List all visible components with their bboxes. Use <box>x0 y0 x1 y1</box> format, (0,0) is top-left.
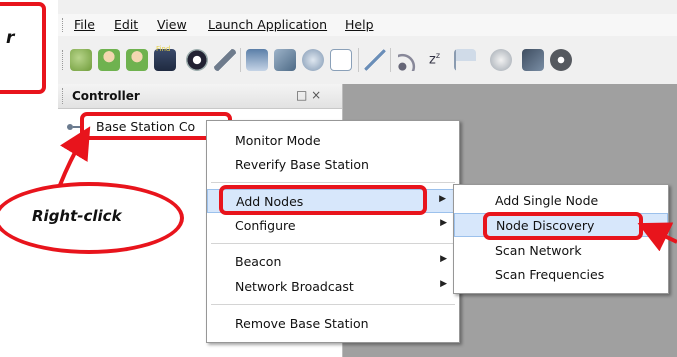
menu-separator <box>211 243 455 244</box>
context-menu: Monitor Mode Reverify Base Station Add N… <box>206 120 460 343</box>
toolbar-separator-3 <box>390 48 391 72</box>
panel-grip <box>62 88 66 104</box>
flag-icon[interactable] <box>454 49 476 71</box>
menu-item-beacon[interactable]: Beacon ▶ <box>207 250 459 274</box>
menu-edit[interactable]: Edit <box>114 17 138 32</box>
right-click-callout: Right-click <box>0 182 184 254</box>
cancel-icon[interactable] <box>550 49 572 71</box>
toolbar-separator-2 <box>358 48 359 72</box>
toolbar: Find zz <box>58 40 677 76</box>
menu-launch-application[interactable]: Launch Application <box>208 17 327 32</box>
submenu-arrow-icon: ▶ <box>440 254 447 264</box>
controller-panel-header: Controller □ × <box>58 84 342 109</box>
add-node-icon[interactable] <box>70 49 92 71</box>
callout-box-partial: r <box>0 2 46 94</box>
menu-item-configure-label: Configure <box>235 218 296 233</box>
find-icon-text: Find <box>156 45 171 53</box>
person-remove-icon[interactable] <box>126 49 148 71</box>
menu-item-monitor-mode[interactable]: Monitor Mode <box>207 129 459 153</box>
submenu-arrow-icon: ▶ <box>440 279 447 289</box>
menu-view-label: View <box>157 17 187 32</box>
menu-item-network-broadcast-label: Network Broadcast <box>235 279 354 294</box>
toolbar-separator <box>240 48 241 72</box>
menu-item-reverify-base-station[interactable]: Reverify Base Station <box>207 153 459 177</box>
menu-item-remove-label: Remove Base Station <box>235 316 369 331</box>
submenu-item-scan-frequencies-label: Scan Frequencies <box>495 267 605 282</box>
menu-separator <box>211 182 455 183</box>
save-icon[interactable] <box>330 49 352 71</box>
menu-help[interactable]: Help <box>345 17 374 32</box>
wrench-icon[interactable] <box>214 49 236 71</box>
pencil-icon[interactable] <box>364 49 386 71</box>
submenu-item-scan-network-label: Scan Network <box>495 243 582 258</box>
download-icon[interactable] <box>302 49 324 71</box>
person-add-icon[interactable] <box>98 49 120 71</box>
menu-item-reverify-label: Reverify Base Station <box>235 157 369 172</box>
satellite-icon[interactable] <box>274 49 296 71</box>
globe-icon[interactable] <box>490 49 512 71</box>
menu-view[interactable]: View <box>157 17 187 32</box>
right-click-label: Right-click <box>32 207 122 225</box>
submenu-item-add-single-node[interactable]: Add Single Node <box>454 189 668 213</box>
callout-fragment-text: r <box>6 28 15 48</box>
tools-icon[interactable] <box>522 49 544 71</box>
submenu-item-scan-frequencies[interactable]: Scan Frequencies <box>454 263 668 287</box>
submenu-item-scan-network[interactable]: Scan Network <box>454 239 668 263</box>
menu-launch-label: Launch Application <box>208 17 328 32</box>
wireless-icon[interactable] <box>398 49 420 71</box>
highlight-box-add-nodes <box>219 185 427 215</box>
panel-window-buttons[interactable]: □ × <box>296 88 321 102</box>
menu-item-beacon-label: Beacon <box>235 254 282 269</box>
menu-file[interactable]: File <box>74 17 95 32</box>
menu-help-label: Help <box>345 17 374 32</box>
menu-item-configure[interactable]: Configure ▶ <box>207 214 459 238</box>
menubar-grip <box>62 18 66 32</box>
sleep-icon[interactable]: zz <box>426 49 448 71</box>
menu-separator <box>211 304 455 305</box>
menu-item-monitor-mode-label: Monitor Mode <box>235 133 321 148</box>
controller-panel-title: Controller <box>72 89 140 103</box>
submenu-item-add-single-node-label: Add Single Node <box>495 193 599 208</box>
submenu-arrow-icon: ▶ <box>440 218 447 228</box>
menu-bar: File Edit View Launch Application Help <box>58 14 677 36</box>
submenu-arrow-icon: ▶ <box>439 194 446 204</box>
menu-item-remove-base-station[interactable]: Remove Base Station <box>207 312 459 336</box>
highlight-box-node-discovery <box>483 212 643 240</box>
toolbar-grip <box>62 50 66 70</box>
chart-icon[interactable] <box>246 49 268 71</box>
record-icon[interactable] <box>186 49 208 71</box>
find-icon[interactable]: Find <box>154 45 176 71</box>
menu-item-network-broadcast[interactable]: Network Broadcast ▶ <box>207 275 459 299</box>
menu-edit-label: Edit <box>114 17 139 32</box>
menu-file-label: File <box>74 17 95 32</box>
